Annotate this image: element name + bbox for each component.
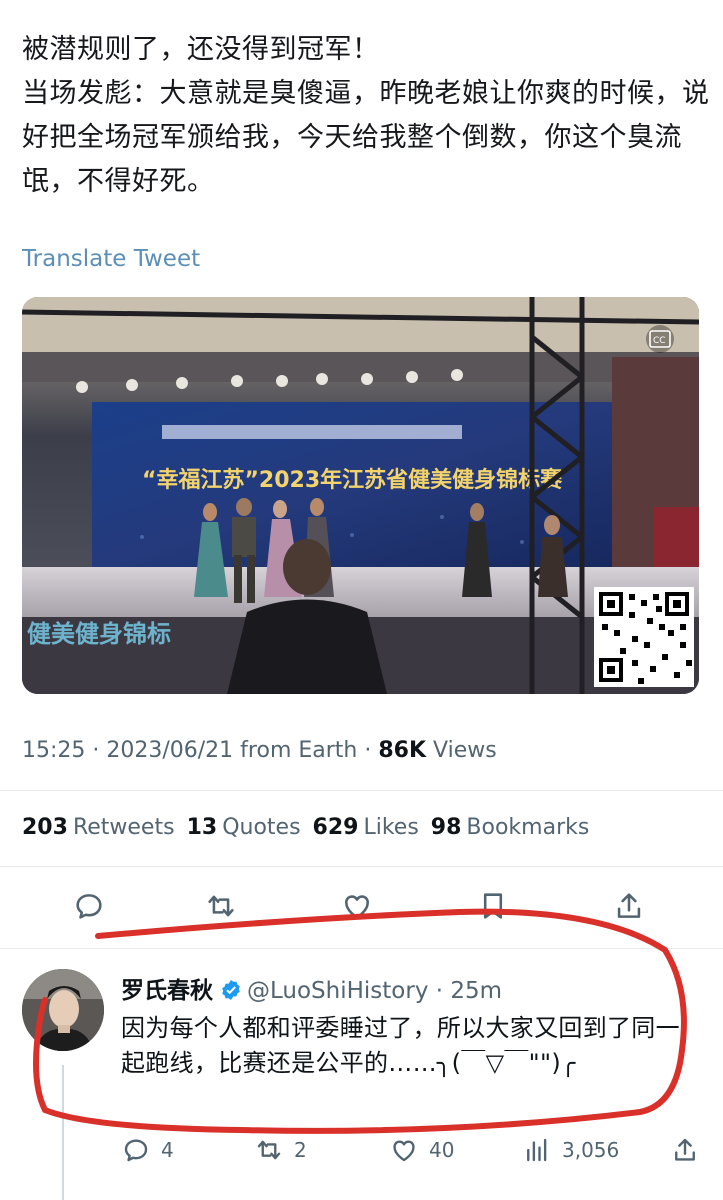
retweets-stat[interactable]: 203 Retweets: [22, 815, 175, 840]
stage-text: 健美健身锦标: [27, 620, 171, 648]
tweet-text: 被潜规则了，还没得到冠军！ 当场发彪：大意就是臭傻逼，昨晚老娘让你爽的时候，说好…: [22, 34, 710, 197]
divider: [0, 790, 723, 791]
reply-retweet-button[interactable]: 2: [254, 1135, 307, 1165]
tweet-meta: 15:25 · 2023/06/21 from Earth · 86K View…: [22, 738, 497, 763]
reply-tweet[interactable]: 罗氏春秋 @LuoShiHistory · 25m 因为每个人都和评委睡过了，所以…: [0, 955, 723, 1200]
divider: [0, 866, 723, 867]
views-label: Views: [426, 738, 497, 763]
bookmark-icon: [483, 893, 503, 919]
tweet-actions: [0, 889, 723, 929]
tweet-timestamp[interactable]: 15:25 · 2023/06/21 from Earth ·: [22, 738, 378, 763]
avatar-image: [22, 969, 104, 1051]
share-button[interactable]: [612, 889, 652, 929]
likes-stat[interactable]: 629 Likes: [313, 815, 419, 840]
reply-count: 4: [161, 1138, 174, 1162]
reply-share-button[interactable]: [670, 1135, 700, 1165]
tweet-media-video[interactable]: “幸福江苏”2023年江苏省健美健身锦标赛 健美健身锦标 CC: [22, 297, 699, 694]
reply-icon: [124, 1139, 148, 1162]
avatar[interactable]: [22, 969, 104, 1051]
svg-text:CC: CC: [653, 336, 666, 346]
bookmark-button[interactable]: [476, 889, 516, 929]
verified-badge-icon: [222, 980, 240, 1000]
retweet-icon: [257, 1140, 281, 1160]
reply-like-button[interactable]: 40: [389, 1135, 454, 1165]
retweet-count: 2: [294, 1138, 307, 1162]
divider: [0, 948, 723, 949]
thread-line: [62, 1065, 64, 1200]
reply-text: 因为每个人都和评委睡过了，所以大家又回到了同一起跑线，比赛还是公平的……╮(￣▽…: [121, 1014, 680, 1077]
views-icon: [527, 1138, 547, 1162]
share-icon: [617, 893, 641, 918]
retweet-icon: [208, 895, 234, 917]
tweet-stats: 203 Retweets 13 Quotes 629 Likes 98 Bookmark…: [22, 815, 589, 840]
translate-tweet-link[interactable]: Translate Tweet: [22, 246, 200, 272]
like-icon: [345, 895, 369, 919]
reply-author-name[interactable]: 罗氏春秋: [121, 978, 213, 1004]
reply-views-button[interactable]: 3,056: [522, 1135, 619, 1165]
views-count: 86K: [378, 738, 427, 763]
like-icon: [393, 1140, 415, 1162]
reply-author-handle[interactable]: @LuoShiHistory · 25m: [247, 978, 502, 1004]
reply-reply-button[interactable]: 4: [121, 1135, 174, 1165]
banner-text: “幸福江苏”2023年江苏省健美健身锦标赛: [142, 467, 563, 493]
bookmarks-stat[interactable]: 98 Bookmarks: [431, 815, 590, 840]
qr-code: [594, 587, 694, 687]
like-count: 40: [429, 1138, 455, 1162]
retweet-button[interactable]: [204, 889, 244, 929]
share-icon: [675, 1138, 695, 1161]
reply-actions: 4 2 40 3,056: [0, 1135, 723, 1175]
reply-icon: [76, 894, 102, 919]
like-button[interactable]: [340, 889, 380, 929]
reply-header: 罗氏春秋 @LuoShiHistory · 25m: [121, 971, 502, 1005]
reply-button[interactable]: [72, 889, 112, 929]
media-scene: “幸福江苏”2023年江苏省健美健身锦标赛 健美健身锦标 CC: [22, 297, 699, 694]
quotes-stat[interactable]: 13 Quotes: [187, 815, 301, 840]
views-count: 3,056: [562, 1138, 620, 1162]
captions-icon: CC: [646, 325, 674, 353]
